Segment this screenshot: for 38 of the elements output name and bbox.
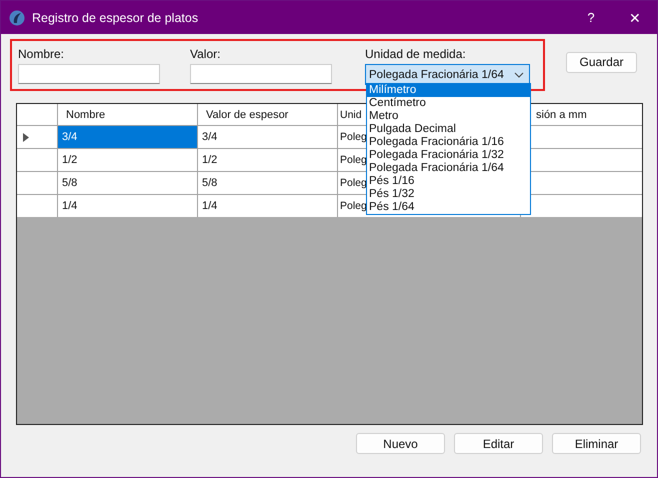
- input-field[interactable]: [190, 64, 332, 84]
- dropdown-option[interactable]: Pés 1/16: [367, 175, 530, 188]
- dropdown-option[interactable]: Polegada Fracionária 1/16: [367, 136, 530, 149]
- field-label: Nombre:: [18, 47, 66, 63]
- dropdown-option[interactable]: Centímetro: [367, 97, 530, 110]
- table-cell: 3/4: [202, 131, 218, 143]
- app-icon: [9, 10, 25, 26]
- window-title: Registro de espesor de platos: [32, 10, 200, 24]
- table-cell: 1/2: [62, 154, 78, 166]
- table-cell: 3/4: [62, 131, 78, 143]
- save-button[interactable]: Guardar: [566, 52, 637, 72]
- dropdown-option[interactable]: Polegada Fracionária 1/64: [367, 162, 530, 175]
- dropdown-option[interactable]: Pulgada Decimal: [367, 123, 530, 136]
- table-cell: 1/2: [202, 154, 218, 166]
- dropdown-option[interactable]: Milímetro: [367, 84, 530, 97]
- table-cell: 1/4: [202, 200, 218, 212]
- dropdown-option[interactable]: Polegada Fracionária 1/32: [367, 149, 530, 162]
- action-button[interactable]: Eliminar: [552, 433, 641, 454]
- table-cell: 5/8: [202, 177, 218, 189]
- row-pointer-icon: [23, 132, 29, 142]
- unit-dropdown[interactable]: Polegada Fracionária 1/64: [365, 64, 530, 85]
- table-cell: Poleg: [340, 154, 367, 166]
- close-button[interactable]: ✕: [613, 1, 657, 34]
- input-field[interactable]: [18, 64, 160, 84]
- help-button[interactable]: ?: [569, 1, 613, 34]
- dropdown-option[interactable]: Pés 1/32: [367, 188, 530, 201]
- table-cell: Poleg: [340, 200, 367, 212]
- chevron-down-icon: [514, 72, 524, 78]
- action-button[interactable]: Editar: [454, 433, 543, 454]
- field-label: Valor:: [190, 47, 222, 63]
- dropdown-option[interactable]: Metro: [367, 110, 530, 123]
- dropdown-option[interactable]: Pés 1/64: [367, 201, 530, 214]
- action-button[interactable]: Nuevo: [356, 433, 445, 454]
- table-cell: 5/8: [62, 177, 78, 189]
- table-cell: Poleg: [340, 131, 367, 143]
- table-cell: 1/4: [62, 200, 78, 212]
- table-cell: Poleg: [340, 177, 367, 189]
- field-label: Unidad de medida:: [365, 47, 467, 63]
